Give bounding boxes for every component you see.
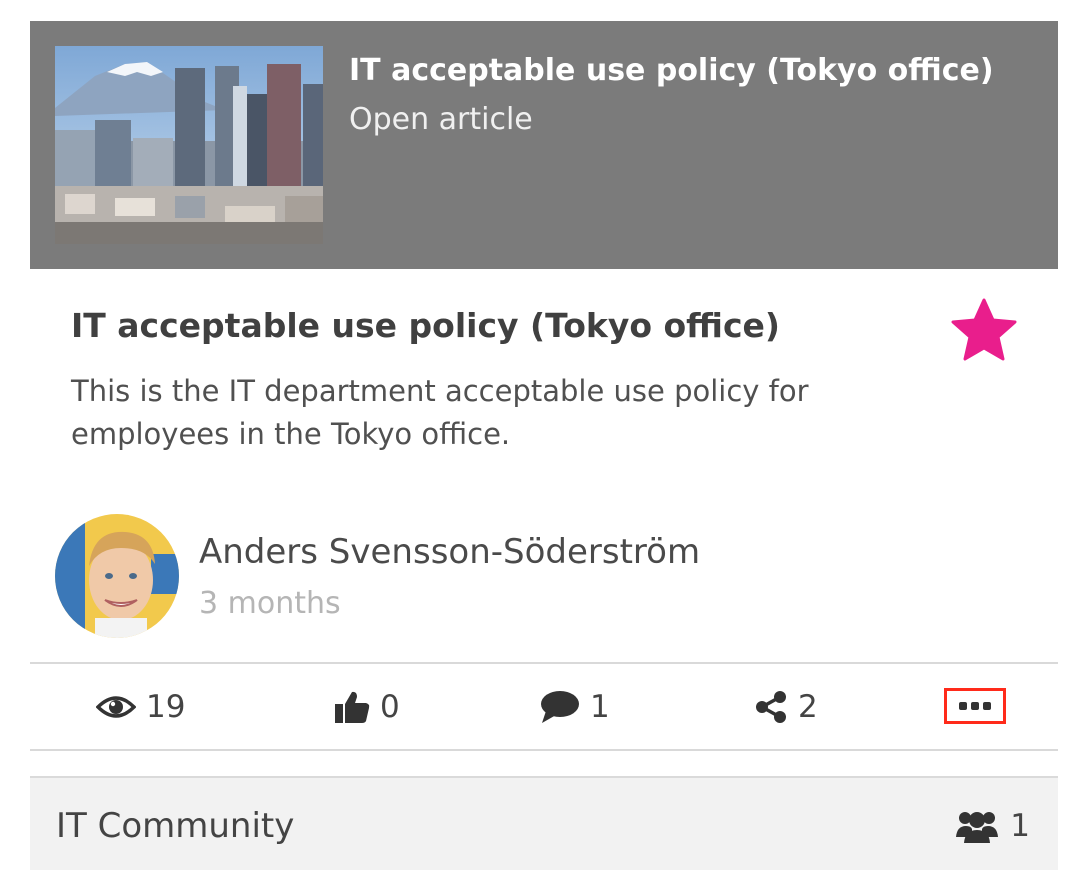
author-avatar[interactable]	[55, 514, 179, 638]
views-stat[interactable]: 19	[96, 685, 185, 729]
share-button[interactable]: 2	[754, 685, 818, 729]
like-button[interactable]: 0	[334, 685, 400, 729]
article-title: IT acceptable use policy (Tokyo office)	[71, 306, 781, 345]
community-members[interactable]: 1	[956, 808, 1030, 844]
banner-title[interactable]: IT acceptable use policy (Tokyo office)	[349, 53, 994, 88]
open-article-banner[interactable]: IT acceptable use policy (Tokyo office) …	[30, 21, 1058, 269]
article-thumbnail	[55, 46, 323, 244]
community-row[interactable]: IT Community 1	[30, 776, 1058, 870]
author-name[interactable]: Anders Svensson-Söderström	[199, 532, 700, 572]
open-article-link[interactable]: Open article	[349, 102, 533, 137]
users-icon	[956, 812, 999, 843]
thumbs-up-icon	[335, 691, 370, 723]
article-card: IT acceptable use policy (Tokyo office) …	[30, 21, 1058, 882]
divider	[30, 749, 1058, 751]
post-time: 3 months	[199, 586, 341, 621]
comments-stat[interactable]: 1	[540, 685, 610, 729]
comments-count: 1	[590, 689, 610, 725]
community-name[interactable]: IT Community	[56, 806, 294, 846]
ellipsis-icon	[959, 702, 991, 710]
favorite-star-icon[interactable]	[951, 298, 1017, 362]
article-description: This is the IT department acceptable use…	[71, 374, 809, 451]
views-count: 19	[146, 689, 186, 725]
divider	[30, 662, 1058, 664]
shares-count: 2	[798, 689, 818, 725]
more-options-button[interactable]	[944, 688, 1006, 724]
share-icon	[756, 691, 786, 723]
likes-count: 0	[380, 689, 400, 725]
member-count: 1	[1010, 808, 1030, 844]
comment-icon	[541, 691, 579, 723]
eye-icon	[96, 696, 136, 718]
